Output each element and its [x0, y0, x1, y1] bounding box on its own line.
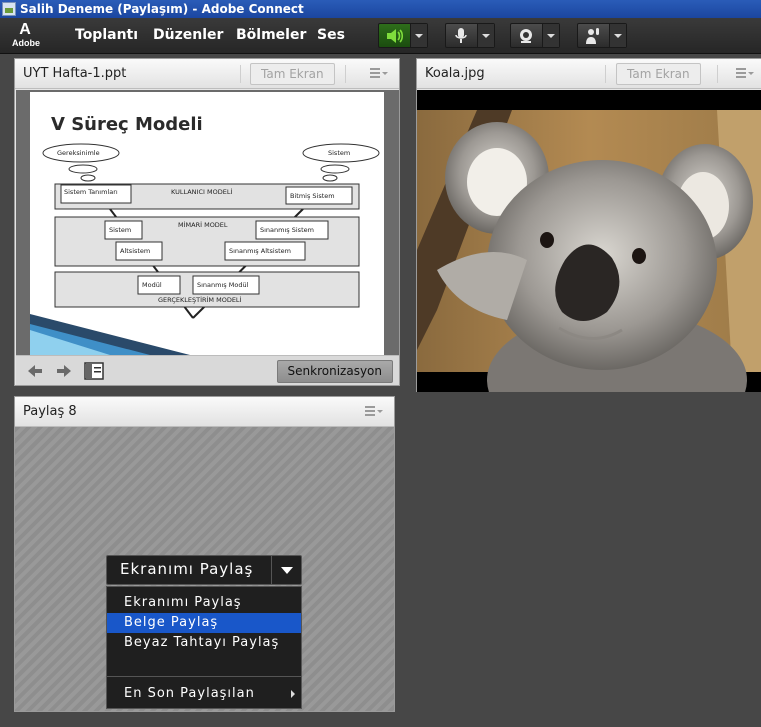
label-module: Modül	[142, 281, 162, 289]
menu-item-ses[interactable]: Ses	[317, 27, 345, 43]
speaker-button[interactable]	[378, 23, 428, 48]
window-title: Salih Deneme (Paylaşım) - Adobe Connect	[20, 2, 304, 16]
pod-options-icon[interactable]	[370, 68, 388, 80]
slide: V Süreç Modeli Gereksinimle Sistem KULLA…	[30, 92, 384, 355]
sync-button[interactable]: Senkronizasyon	[276, 360, 393, 383]
menu-item-bolmeler[interactable]: Bölmeler	[236, 27, 306, 43]
menu-item-toplanti[interactable]: Toplantı	[75, 27, 138, 43]
label-impl-model: GERÇEKLEŞTİRİM MODELİ	[158, 295, 242, 304]
raise-hand-icon	[578, 24, 609, 47]
adobe-logo: A Adobe	[12, 21, 40, 48]
next-slide-icon[interactable]	[56, 364, 72, 378]
raise-hand-dropdown[interactable]	[608, 24, 626, 47]
menu-item-share-screen[interactable]: Ekranımı Paylaş	[107, 593, 301, 613]
label-requirements: Gereksinimle	[57, 149, 100, 157]
fullscreen-button[interactable]: Tam Ekran	[250, 63, 335, 85]
share-pod: Paylaş 8 Ekranımı Paylaş Ekranımı Paylaş…	[14, 396, 395, 712]
share-area: Ekranımı Paylaş Ekranımı Paylaş Belge Pa…	[15, 427, 394, 711]
menu-item-share-document[interactable]: Belge Paylaş	[107, 613, 301, 633]
recent-label: En Son Paylaşılan	[124, 686, 255, 701]
menu-item-duzenler[interactable]: Düzenler	[153, 27, 223, 43]
window-title-bar: Salih Deneme (Paylaşım) - Adobe Connect	[0, 0, 761, 18]
label-tested-system: Sınanmış Sistem	[260, 226, 314, 234]
chevron-down-icon	[280, 566, 293, 574]
menu-divider	[107, 676, 301, 677]
slide-controls: Senkronizasyon	[16, 355, 399, 385]
pod-title: Koala.jpg	[425, 66, 485, 81]
speaker-icon	[379, 24, 410, 47]
share-dropdown-toggle[interactable]	[271, 556, 301, 584]
adobe-connect-icon	[2, 2, 16, 16]
slide-viewport: V Süreç Modeli Gereksinimle Sistem KULLA…	[16, 90, 399, 355]
label-subsystem: Altsistem	[120, 247, 150, 255]
menu-item-share-whiteboard[interactable]: Beyaz Tahtayı Paylaş	[107, 633, 301, 653]
share-menu: Ekranımı Paylaş Belge Paylaş Beyaz Tahta…	[106, 586, 302, 709]
pod-title: UYT Hafta-1.ppt	[23, 66, 127, 81]
webcam-button[interactable]	[510, 23, 560, 48]
menu-bar: A Adobe Toplantı Düzenler Bölmeler Ses	[0, 18, 761, 54]
pod-header: Koala.jpg Tam Ekran	[417, 59, 761, 89]
microphone-icon	[446, 24, 477, 47]
image-viewport	[417, 90, 761, 392]
label-user-model: KULLANICI MODELİ	[171, 187, 232, 196]
share-my-screen-button[interactable]: Ekranımı Paylaş	[106, 555, 302, 585]
label-arch-model: MİMARİ MODEL	[178, 220, 228, 229]
presentation-pod: UYT Hafta-1.ppt Tam Ekran V Süreç Modeli	[14, 58, 400, 386]
pod-options-icon[interactable]	[365, 406, 383, 418]
microphone-button[interactable]	[445, 23, 495, 48]
koala-image	[417, 110, 761, 392]
previous-slide-icon[interactable]	[27, 364, 43, 378]
menu-item-recent[interactable]: En Son Paylaşılan	[107, 684, 301, 704]
sidebar-toggle-icon[interactable]	[84, 362, 104, 380]
fullscreen-button[interactable]: Tam Ekran	[616, 63, 701, 85]
pod-options-icon[interactable]	[736, 68, 754, 80]
v-model-diagram: Gereksinimle Sistem KULLANICI MODELİ Sis…	[30, 143, 380, 355]
webcam-dropdown[interactable]	[541, 24, 559, 47]
label-system-top: Sistem	[328, 149, 350, 157]
share-button-label: Ekranımı Paylaş	[120, 560, 254, 578]
label-tested-subsystem: Sınanmış Altsistem	[229, 247, 291, 255]
pod-header: Paylaş 8	[15, 397, 394, 427]
pod-header: UYT Hafta-1.ppt Tam Ekran	[15, 59, 399, 89]
label-system-defs: Sistem Tanımları	[64, 188, 118, 196]
speaker-dropdown[interactable]	[409, 24, 427, 47]
microphone-dropdown[interactable]	[476, 24, 494, 47]
webcam-icon	[511, 24, 542, 47]
raise-hand-button[interactable]	[577, 23, 627, 48]
label-finished-system: Bitmiş Sistem	[290, 192, 335, 200]
label-tested-module: Sınanmış Modül	[197, 281, 249, 289]
pod-title: Paylaş 8	[23, 404, 77, 419]
chevron-right-icon	[291, 690, 295, 698]
label-arch-system: Sistem	[109, 226, 131, 234]
image-pod: Koala.jpg Tam Ekran	[416, 58, 761, 392]
